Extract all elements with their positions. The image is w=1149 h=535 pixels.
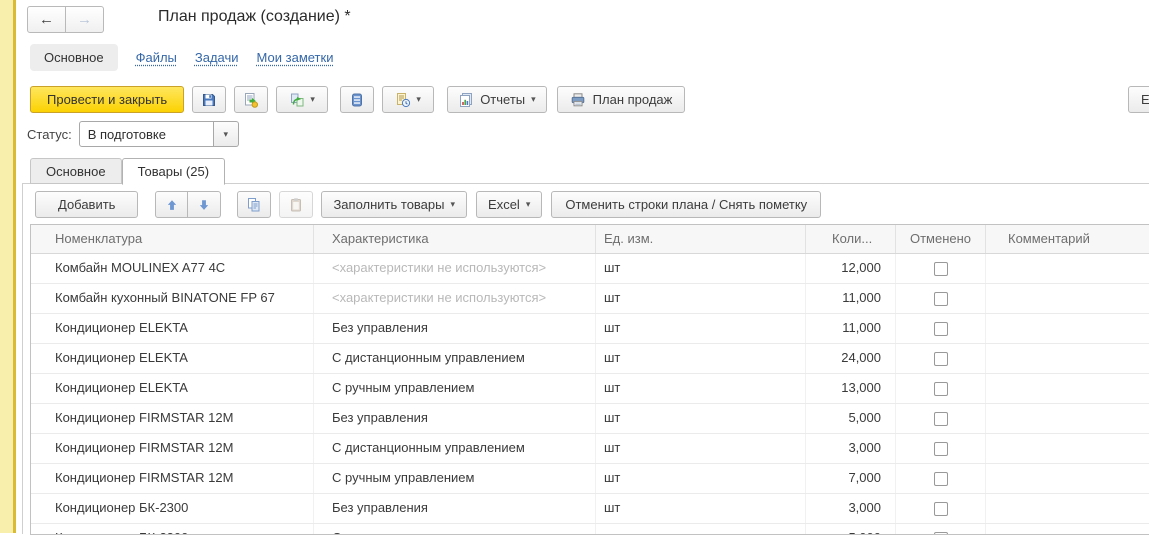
dropdown-arrow-icon: ▾ [416, 95, 421, 104]
nav-link-notes[interactable]: Мои заметки [257, 50, 334, 65]
tab-main[interactable]: Основное [30, 158, 122, 184]
reports-button-label: Отчеты [480, 92, 525, 107]
status-input[interactable]: В подготовке [79, 121, 214, 147]
main-toolbar: Провести и закрыть ▾ ▾ Отчеты ▾ [30, 86, 685, 113]
paste-clipboard-icon [288, 197, 304, 213]
more-button[interactable]: Е [1128, 86, 1149, 113]
arrow-up-icon [165, 198, 179, 212]
move-down-button[interactable] [188, 191, 221, 218]
print-plan-label: План продаж [593, 92, 673, 107]
nav-links-row: Основное Файлы Задачи Мои заметки [30, 44, 333, 71]
history-nav: ← → [27, 6, 104, 33]
move-up-button[interactable] [155, 191, 188, 218]
back-arrow-icon: ← [39, 11, 54, 28]
status-row: Статус: В подготовке ▾ [27, 121, 239, 147]
arrow-down-icon [197, 198, 211, 212]
status-combobox: В подготовке ▾ [79, 121, 239, 147]
printer-icon [570, 92, 586, 108]
excel-button[interactable]: Excel ▾ [476, 191, 542, 218]
page-tabs: Основное Товары (25) [30, 158, 225, 185]
status-label: Статус: [27, 127, 72, 142]
fill-goods-label: Заполнить товары [333, 197, 444, 212]
cancel-plan-lines-button[interactable]: Отменить строки плана / Снять пометку [551, 191, 821, 218]
create-based-on-button[interactable]: ▾ [276, 86, 328, 113]
nav-link-tasks[interactable]: Задачи [195, 50, 239, 65]
create-based-on-icon [289, 92, 305, 108]
save-button[interactable] [192, 86, 226, 113]
nav-tab-main[interactable]: Основное [30, 44, 118, 71]
post-and-close-button[interactable]: Провести и закрыть [30, 86, 184, 113]
move-row-buttons [155, 191, 221, 218]
tab-content-panel [22, 183, 1149, 534]
paste-row-button[interactable] [279, 191, 313, 218]
add-row-button[interactable]: Добавить [35, 191, 138, 218]
print-plan-button[interactable]: План продаж [557, 86, 686, 113]
reports-button[interactable]: Отчеты ▾ [447, 86, 546, 113]
fill-goods-button[interactable]: Заполнить товары ▾ [321, 191, 467, 218]
nav-link-files[interactable]: Файлы [136, 50, 177, 65]
save-icon [201, 92, 217, 108]
table-toolbar: Добавить Заполнить товары ▾ Excel ▾ Отме… [35, 191, 821, 218]
report-chart-icon [458, 92, 474, 108]
register-records-icon [349, 92, 365, 108]
page-title: План продаж (создание) * [158, 8, 351, 26]
copy-row-button[interactable] [237, 191, 271, 218]
dropdown-arrow-icon: ▾ [531, 95, 536, 104]
dropdown-arrow-icon: ▾ [451, 200, 456, 209]
dropdown-arrow-icon: ▾ [310, 95, 315, 104]
forward-button[interactable]: → [66, 6, 104, 33]
post-button[interactable] [234, 86, 268, 113]
copy-icon [246, 197, 262, 213]
tab-goods[interactable]: Товары (25) [122, 158, 225, 185]
status-dropdown-button[interactable]: ▾ [214, 121, 239, 147]
dropdown-arrow-icon: ▾ [223, 130, 228, 139]
window-edge-strip [0, 0, 16, 533]
excel-label: Excel [488, 197, 520, 212]
dropdown-arrow-icon: ▾ [526, 200, 531, 209]
back-button[interactable]: ← [27, 6, 66, 33]
document-clock-icon [395, 92, 411, 108]
change-history-button[interactable]: ▾ [382, 86, 434, 113]
register-records-button[interactable] [340, 86, 374, 113]
forward-arrow-icon: → [77, 11, 92, 28]
post-document-icon [243, 92, 259, 108]
